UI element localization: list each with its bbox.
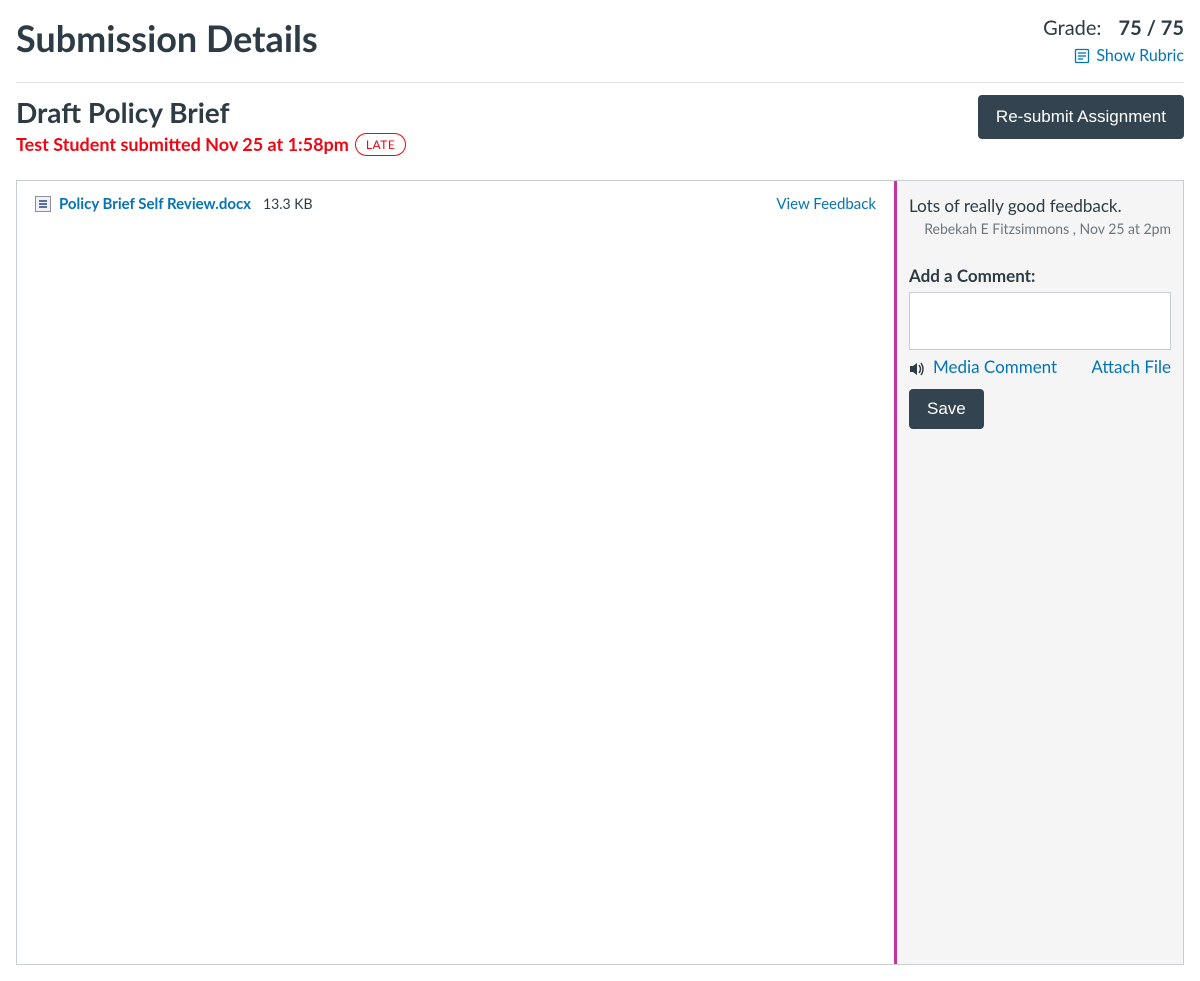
comment-input[interactable] xyxy=(909,292,1171,350)
file-download-link[interactable]: Policy Brief Self Review.docx xyxy=(59,195,251,213)
add-comment-label: Add a Comment: xyxy=(909,265,1171,286)
rubric-icon xyxy=(1074,48,1090,64)
speaker-icon xyxy=(909,359,925,373)
view-feedback-link[interactable]: View Feedback xyxy=(776,195,876,213)
resubmit-button[interactable]: Re-submit Assignment xyxy=(978,95,1184,139)
save-button[interactable]: Save xyxy=(909,389,984,429)
page-title: Submission Details xyxy=(16,16,318,60)
grade-label: Grade: xyxy=(1043,16,1101,40)
media-comment-link[interactable]: Media Comment xyxy=(909,356,1057,377)
show-rubric-link[interactable]: Show Rubric xyxy=(1074,46,1184,65)
document-icon xyxy=(35,196,51,212)
comment-text: Lots of really good feedback. xyxy=(909,195,1171,216)
file-size: 13.3 KB xyxy=(263,195,313,212)
comments-panel: Lots of really good feedback. Rebekah E … xyxy=(897,181,1183,964)
comment-time: Nov 25 at 2pm xyxy=(1080,220,1171,237)
media-comment-label: Media Comment xyxy=(933,356,1057,377)
file-row: Policy Brief Self Review.docx 13.3 KB Vi… xyxy=(35,195,876,213)
grade-block: Grade: 75 / 75 Show Rubric xyxy=(1043,16,1184,68)
grade-value: 75 / 75 xyxy=(1119,16,1184,40)
submitted-text: Test Student submitted Nov 25 at 1:58pm xyxy=(16,133,349,155)
late-badge: LATE xyxy=(355,133,406,156)
comment-meta: Rebekah E Fitzsimmons , Nov 25 at 2pm xyxy=(909,220,1171,237)
header-divider xyxy=(16,82,1184,83)
show-rubric-label: Show Rubric xyxy=(1096,46,1184,65)
attach-file-link[interactable]: Attach File xyxy=(1091,356,1171,377)
submission-panel: Policy Brief Self Review.docx 13.3 KB Vi… xyxy=(17,181,897,964)
main-content-box: Policy Brief Self Review.docx 13.3 KB Vi… xyxy=(16,180,1184,965)
submitted-line: Test Student submitted Nov 25 at 1:58pm … xyxy=(16,133,406,156)
comment-author: Rebekah E Fitzsimmons xyxy=(924,220,1069,237)
assignment-title: Draft Policy Brief xyxy=(16,95,406,129)
